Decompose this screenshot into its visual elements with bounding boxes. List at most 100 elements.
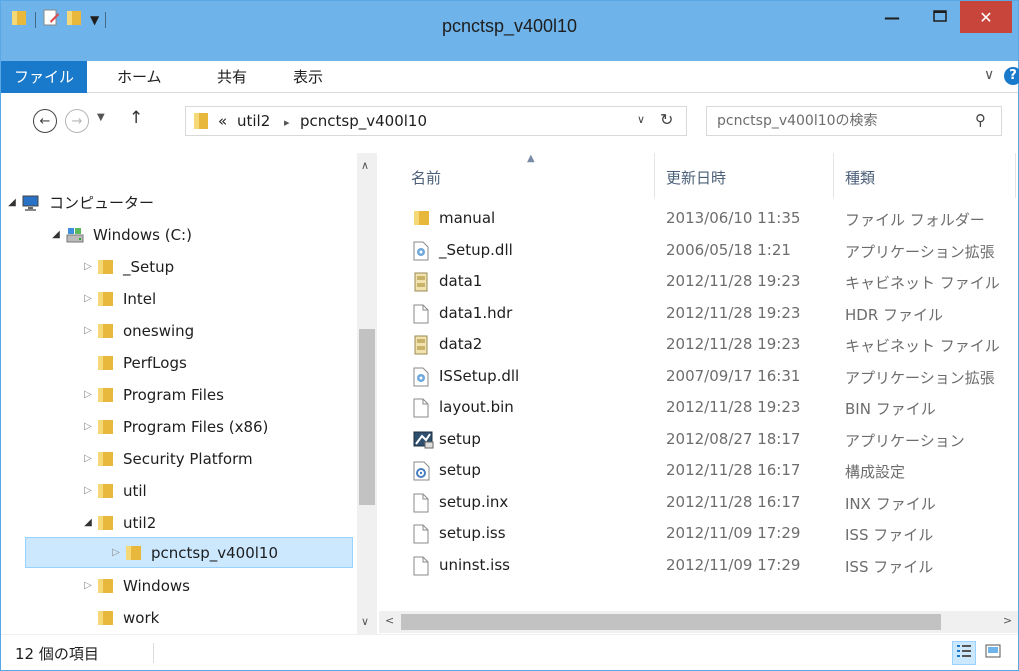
file-type: HDR ファイル (845, 305, 944, 324)
address-dropdown-icon[interactable]: ∨ (637, 113, 645, 126)
scrollbar-thumb[interactable] (359, 329, 375, 505)
file-type: キャビネット ファイル (845, 274, 1000, 292)
breadcrumb-separator-icon[interactable]: ▸ (284, 116, 290, 129)
file-name: manual (439, 209, 496, 227)
details-view-button[interactable] (952, 641, 976, 665)
tree-item[interactable]: ◢ util2 (81, 507, 156, 538)
tree-item[interactable]: ▷ Intel (81, 283, 156, 314)
expand-arrow-icon[interactable]: ▷ (81, 293, 95, 304)
help-icon[interactable]: ? (1004, 67, 1019, 85)
close-button[interactable]: ✕ (960, 1, 1012, 33)
expand-arrow-icon[interactable]: ▷ (81, 261, 95, 272)
title-bar: ▼ pcnctsp_v400l10 — ✕ (1, 1, 1018, 61)
file-date: 2012/11/28 16:17 (666, 492, 801, 511)
tree-item-label: oneswing (123, 321, 195, 340)
breadcrumb-overflow[interactable]: « (218, 112, 227, 130)
column-header-type[interactable]: 種類 (845, 167, 875, 188)
folder-icon (97, 322, 115, 340)
expand-ribbon-icon[interactable]: ∨ (984, 67, 994, 83)
address-bar[interactable]: « util2 ▸ pcnctsp_v400l10 ∨ ↻ (185, 106, 687, 136)
folder-icon (97, 482, 115, 500)
file-date: 2006/05/18 1:21 (666, 240, 791, 259)
tree-item[interactable]: ◢ コンピューター (5, 187, 154, 218)
file-list-horizontal-scrollbar[interactable]: < > (379, 611, 1018, 633)
file-name: _Setup.dll (439, 240, 513, 259)
maximize-button[interactable] (917, 1, 963, 33)
tree-scrollbar[interactable]: ∧ ∨ (357, 153, 377, 634)
expand-arrow-icon[interactable]: ▷ (81, 389, 95, 400)
file-date: 2012/11/09 17:29 (666, 555, 801, 574)
column-header-name[interactable]: 名前 (411, 167, 441, 188)
search-icon[interactable]: ⚲ (975, 111, 986, 129)
tree-item[interactable]: ▷ util (81, 475, 147, 506)
file-row[interactable]: setup.iss 2012/11/09 17:29 ISS ファイル (379, 518, 1018, 550)
tree-item[interactable]: ▷ Windows (81, 570, 190, 601)
expand-arrow-icon[interactable]: ▷ (81, 580, 95, 591)
tab-view[interactable]: 表示 (293, 61, 323, 93)
file-row[interactable]: _Setup.dll 2006/05/18 1:21 アプリケーション拡張 (379, 235, 1018, 267)
search-input[interactable] (717, 111, 957, 131)
file-row[interactable]: layout.bin 2012/11/28 19:23 BIN ファイル (379, 392, 1018, 424)
file-row[interactable]: ISSetup.dll 2007/09/17 16:31 アプリケーション拡張 (379, 361, 1018, 393)
expand-arrow-icon[interactable]: ▷ (81, 325, 95, 336)
minimize-button[interactable]: — (869, 1, 915, 33)
scroll-right-icon[interactable]: > (1003, 614, 1012, 627)
tree-item[interactable]: ▷ Program Files (x86) (81, 411, 268, 442)
breadcrumb-util2[interactable]: util2 (237, 112, 270, 130)
tree-item[interactable]: ◢ Windows (C:) (49, 219, 192, 250)
scrollbar-thumb[interactable] (401, 614, 941, 630)
tree-item[interactable]: work (81, 602, 159, 633)
status-divider (153, 643, 154, 663)
breadcrumb-current[interactable]: pcnctsp_v400l10 (300, 112, 427, 130)
file-row[interactable]: data1 2012/11/28 19:23 キャビネット ファイル (379, 266, 1018, 298)
file-row[interactable]: setup 2012/11/28 16:17 構成設定 (379, 455, 1018, 487)
file-row[interactable]: data2 2012/11/28 19:23 キャビネット ファイル (379, 329, 1018, 361)
tree-item[interactable]: ▷ Security Platform (81, 443, 252, 474)
tree-item-label: pcnctsp_v400l10 (151, 543, 279, 562)
tree-item[interactable]: ▷ pcnctsp_v400l10 (25, 537, 353, 568)
file-name: uninst.iss (439, 555, 510, 574)
recent-locations-icon[interactable]: ▼ (97, 112, 105, 123)
collapse-arrow-icon[interactable]: ◢ (5, 197, 19, 208)
expand-arrow-icon[interactable]: ▷ (81, 421, 95, 432)
file-type: アプリケーション拡張 (845, 368, 995, 387)
tree-item[interactable]: ▷ _Setup (81, 251, 174, 282)
status-bar: 12 個の項目 (1, 634, 1018, 670)
tree-item[interactable]: PerfLogs (81, 347, 187, 378)
refresh-icon[interactable]: ↻ (660, 110, 673, 129)
column-divider[interactable] (833, 153, 834, 198)
file-icon (413, 398, 429, 418)
expand-arrow-icon[interactable]: ▷ (109, 547, 123, 558)
file-row[interactable]: manual 2013/06/10 11:35 ファイル フォルダー (379, 203, 1018, 235)
file-date: 2013/06/10 11:35 (666, 209, 801, 227)
file-date: 2007/09/17 16:31 (666, 366, 801, 385)
file-row[interactable]: uninst.iss 2012/11/09 17:29 ISS ファイル (379, 550, 1018, 582)
tree-item[interactable]: ▷ Program Files (81, 379, 224, 410)
scroll-down-icon[interactable]: ∨ (361, 615, 369, 628)
file-icon (413, 304, 429, 324)
up-arrow-icon[interactable]: ↑ (129, 108, 143, 128)
forward-button[interactable]: → (65, 109, 89, 133)
scroll-up-icon[interactable]: ∧ (361, 159, 369, 172)
back-button[interactable]: ← (33, 109, 57, 133)
column-divider[interactable] (1015, 153, 1016, 198)
tab-file[interactable]: ファイル (1, 61, 87, 93)
large-icons-view-button[interactable] (981, 641, 1005, 665)
column-divider[interactable] (654, 153, 655, 198)
column-header-date[interactable]: 更新日時 (666, 167, 726, 188)
file-row[interactable]: setup 2012/08/27 18:17 アプリケーション (379, 424, 1018, 456)
tree-item[interactable]: ▷ oneswing (81, 315, 194, 346)
expand-arrow-icon[interactable]: ▷ (81, 453, 95, 464)
file-row[interactable]: setup.inx 2012/11/28 16:17 INX ファイル (379, 487, 1018, 519)
file-name: layout.bin (439, 398, 514, 416)
collapse-arrow-icon[interactable]: ◢ (81, 517, 95, 528)
scroll-left-icon[interactable]: < (385, 614, 394, 627)
tab-share[interactable]: 共有 (217, 61, 247, 93)
tab-home[interactable]: ホーム (117, 61, 162, 93)
collapse-arrow-icon[interactable]: ◢ (49, 229, 63, 240)
search-box[interactable]: ⚲ (706, 106, 1002, 136)
folder-icon (97, 609, 115, 627)
tree-item-label: Program Files (x86) (123, 417, 269, 436)
file-row[interactable]: data1.hdr 2012/11/28 19:23 HDR ファイル (379, 298, 1018, 330)
expand-arrow-icon[interactable]: ▷ (81, 485, 95, 496)
